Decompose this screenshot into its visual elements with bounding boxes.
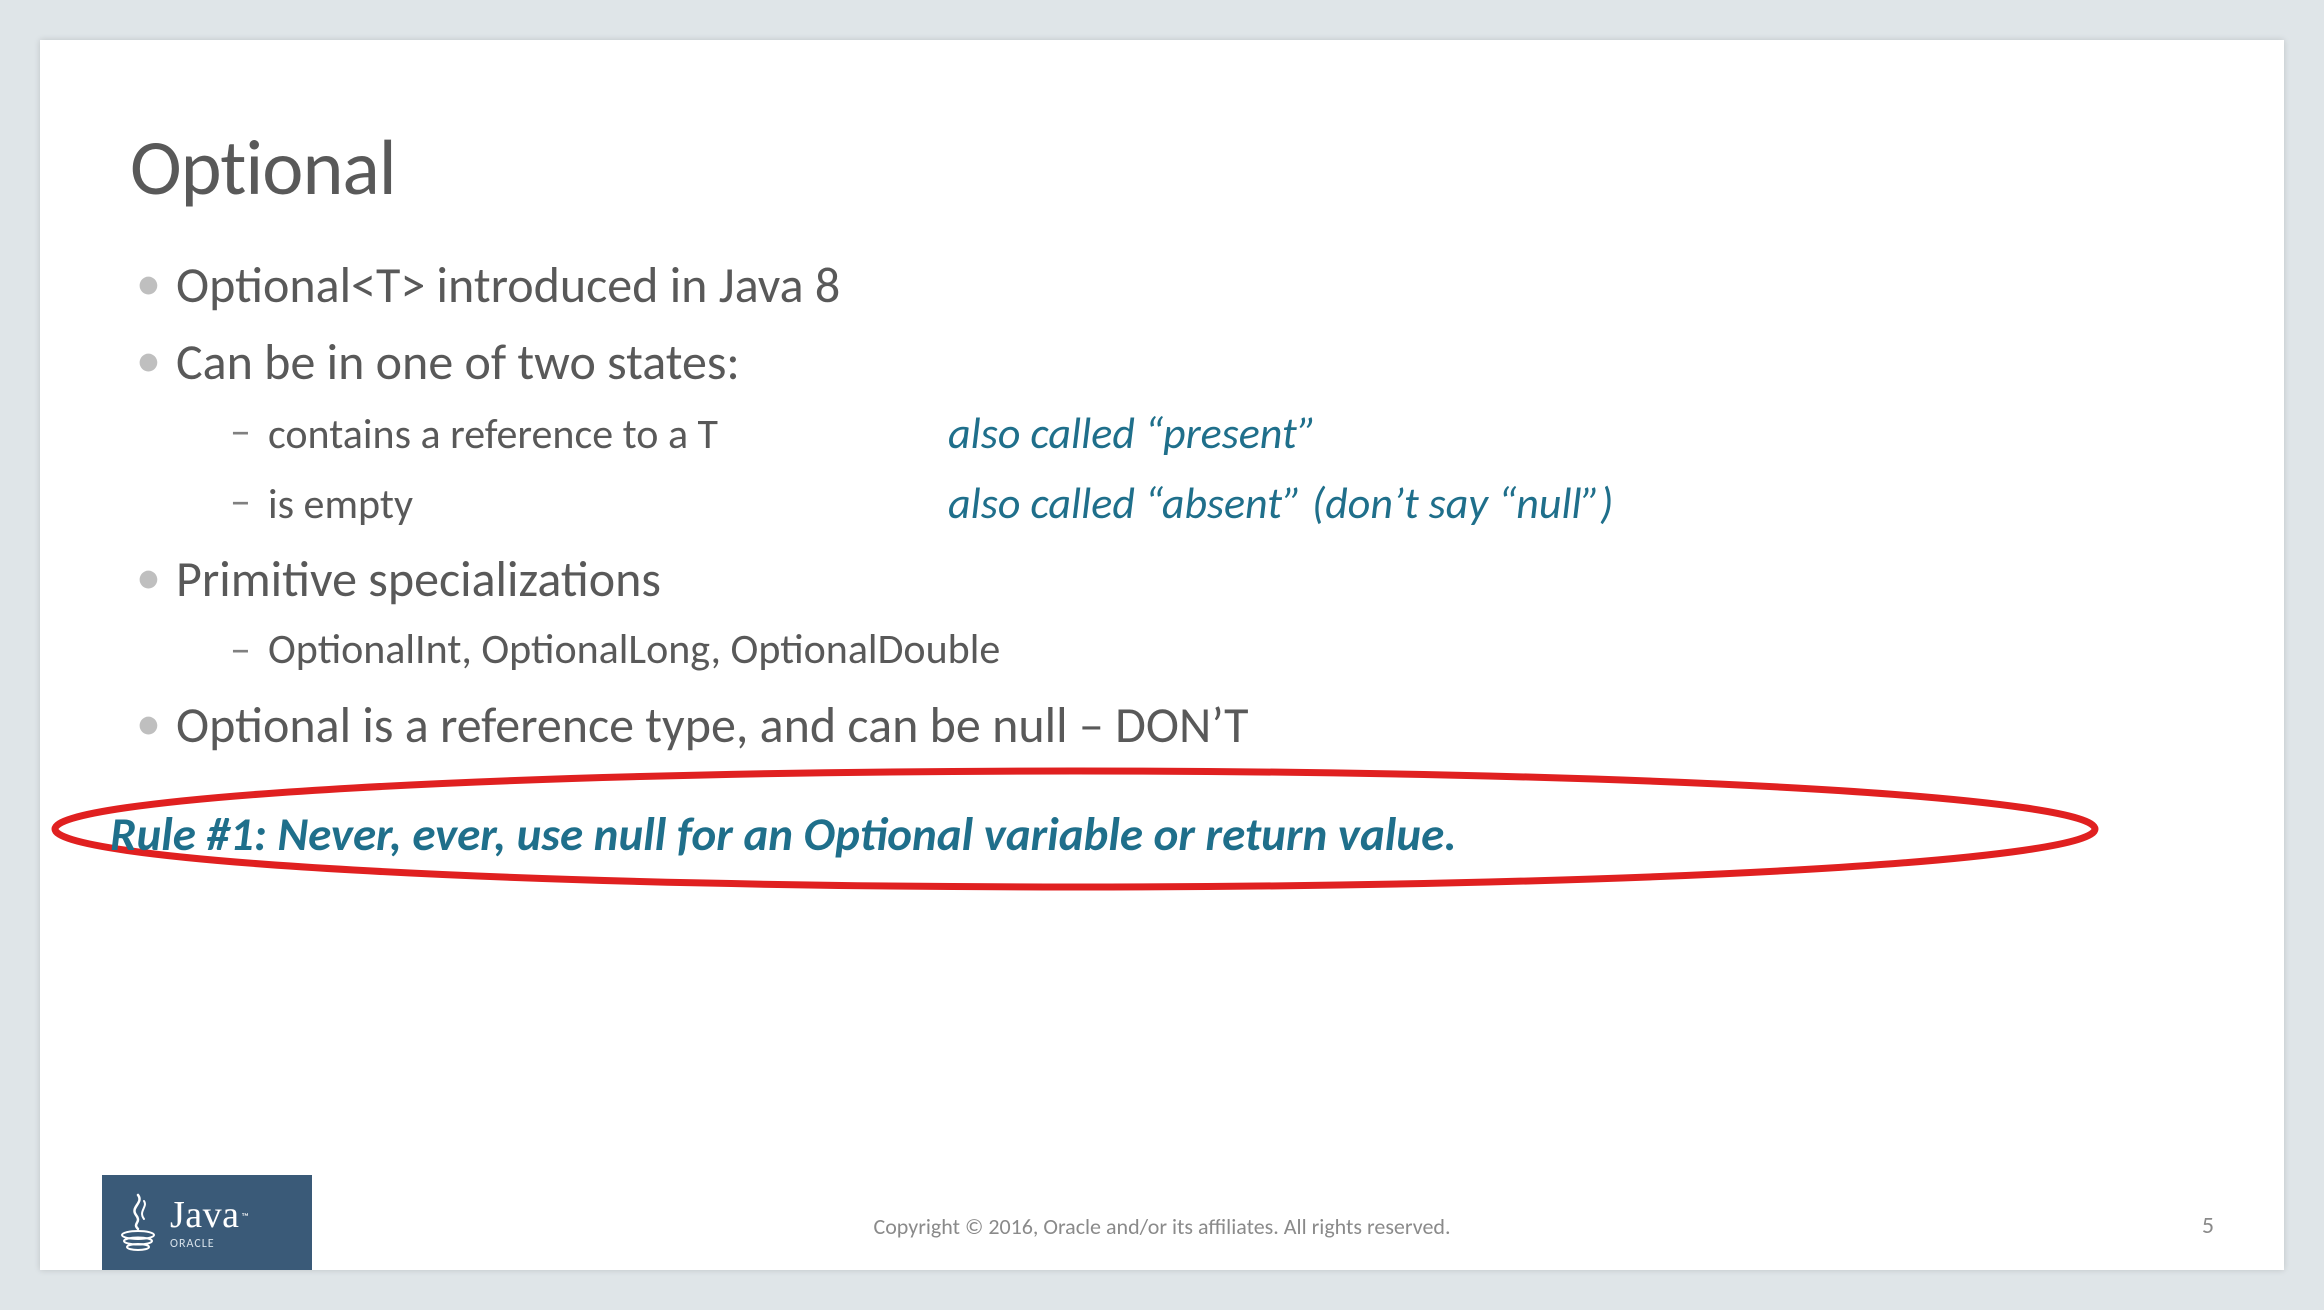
bullet-4: Optional is a reference type, and can be… [130,695,2194,758]
bullet-3: Primitive specializations OptionalInt, O… [130,549,2194,678]
slide-footer: Java™ ORACLE Copyright © 2016, Oracle an… [40,1160,2284,1270]
rule-callout: Rule #1: Never, ever, use null for an Op… [130,783,2194,903]
copyright-text: Copyright © 2016, Oracle and/or its affi… [40,1213,2284,1240]
bullet-list: Optional<T> introduced in Java 8 Can be … [130,255,2194,757]
bullet-1-text: Optional<T> introduced in Java 8 [176,255,840,316]
bullet-2-sub-1-note: also called “present” [948,404,1317,463]
stage: Optional Optional<T> introduced in Java … [0,0,2324,1310]
bullet-2-sub-2: is empty also called “absent” (don’t say… [176,474,2194,534]
bullet-4-text: Optional is a reference type, and can be… [176,695,1248,756]
page-number: 5 [2202,1211,2214,1240]
bullet-3-text: Primitive specializations [176,549,661,610]
bullet-2-sub-2-note: also called “absent” (don’t say “null”) [948,474,1613,533]
bullet-2: Can be in one of two states: contains a … [130,332,2194,534]
bullet-2-sublist: contains a reference to a T also called … [176,404,2194,533]
bullet-3-sub-1-text: OptionalInt, OptionalLong, OptionalDoubl… [268,624,1000,675]
bullet-3-sub-1: OptionalInt, OptionalLong, OptionalDoubl… [176,622,2194,679]
rule-text: Rule #1: Never, ever, use null for an Op… [110,805,1457,863]
bullet-3-sublist: OptionalInt, OptionalLong, OptionalDoubl… [176,622,2194,679]
bullet-2-text: Can be in one of two states: [176,332,740,393]
slide-title: Optional [130,120,2194,215]
bullet-2-sub-2-lead: is empty [268,477,948,534]
bullet-1: Optional<T> introduced in Java 8 [130,255,2194,318]
slide: Optional Optional<T> introduced in Java … [40,40,2284,1270]
bullet-2-sub-1: contains a reference to a T also called … [176,404,2194,464]
bullet-2-sub-1-lead: contains a reference to a T [268,407,948,464]
